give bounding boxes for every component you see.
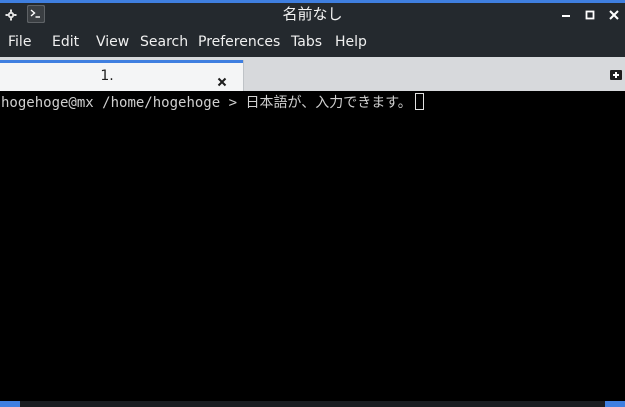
minimize-icon-graphic <box>562 15 570 17</box>
prompt-path: /home/hogehoge <box>102 95 221 111</box>
terminal-prompt-line: hogehoge@mx /home/hogehoge > 日本語が、入力できます… <box>1 93 424 112</box>
close-icon[interactable] <box>604 6 624 24</box>
gear-icon[interactable] <box>5 9 17 21</box>
terminal-icon <box>27 5 45 23</box>
minimize-icon[interactable] <box>556 6 576 24</box>
tab-close-icon[interactable] <box>217 72 227 87</box>
window-bottom-bar <box>0 401 625 407</box>
window-title: 名前なし <box>282 5 343 23</box>
bottom-accent-left <box>0 401 20 407</box>
menu-edit[interactable]: Edit <box>52 28 79 57</box>
gear-icon-graphic <box>5 9 17 21</box>
new-tab-icon[interactable] <box>609 67 623 81</box>
tab-active-indicator <box>0 60 243 63</box>
terminal-icon-graphic <box>27 5 45 23</box>
terminal-input-text: 日本語が、入力できます。 <box>245 95 412 111</box>
maximize-icon-graphic <box>585 10 595 20</box>
bottom-accent-right <box>605 401 625 407</box>
tab-1[interactable]: 1. <box>0 60 244 91</box>
terminal-cursor <box>414 93 424 110</box>
prompt-user-host: hogehoge@mx <box>1 95 94 111</box>
menu-help[interactable]: Help <box>335 28 367 57</box>
menu-preferences[interactable]: Preferences <box>198 28 280 57</box>
tab-bar: 1. <box>0 57 625 91</box>
terminal-window: 名前なし File Edit View Search Preferences T… <box>0 0 625 407</box>
new-tab-icon-graphic <box>610 70 622 80</box>
titlebar[interactable]: 名前なし <box>0 3 625 28</box>
menu-view[interactable]: View <box>96 28 129 57</box>
terminal-output[interactable]: hogehoge@mx /home/hogehoge > 日本語が、入力できます… <box>0 91 625 401</box>
menu-search[interactable]: Search <box>140 28 188 57</box>
close-icon-graphic <box>609 10 619 20</box>
tab-close-icon-graphic <box>217 77 227 87</box>
tab-label: 1. <box>100 68 114 84</box>
prompt-symbol: > <box>228 95 238 111</box>
menubar: File Edit View Search Preferences Tabs H… <box>0 28 625 57</box>
maximize-icon[interactable] <box>580 6 600 24</box>
menu-file[interactable]: File <box>8 28 31 57</box>
menu-tabs[interactable]: Tabs <box>291 28 322 57</box>
